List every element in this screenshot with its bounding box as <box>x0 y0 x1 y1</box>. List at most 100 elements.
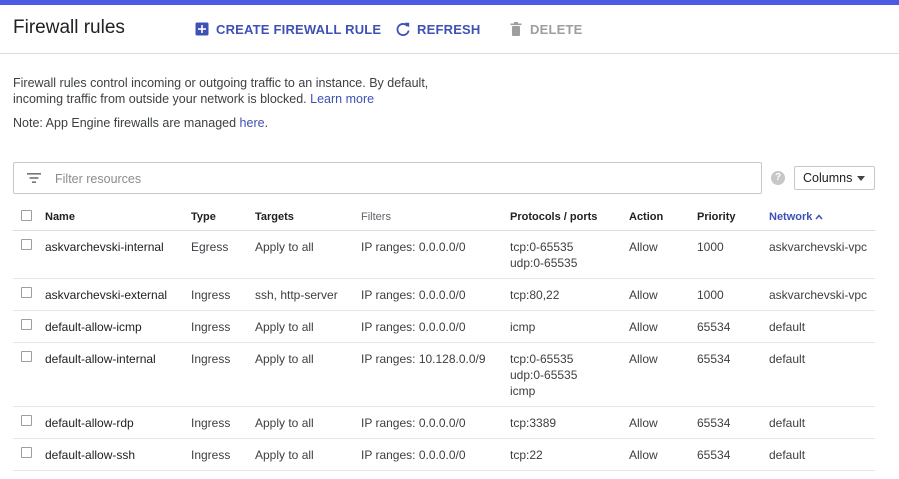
protocol-entry: udp:0-65535 <box>510 256 578 270</box>
cell-action: Allow <box>629 288 658 302</box>
cell-name[interactable]: default-allow-icmp <box>45 319 142 335</box>
table-row[interactable]: default-allow-ssh Ingress Apply to all IP r… <box>13 439 875 471</box>
cell-name[interactable]: askvarchevski-external <box>45 287 167 303</box>
table-row[interactable]: askvarchevski-internal Egress Apply to all… <box>13 231 875 279</box>
row-checkbox[interactable] <box>21 319 32 330</box>
cell-targets: Apply to all <box>255 416 314 430</box>
cell-network: default <box>769 352 806 366</box>
table-row[interactable]: askvarchevski-external Ingress ssh, http-s… <box>13 279 875 311</box>
row-checkbox[interactable] <box>21 287 32 298</box>
cell-network: default <box>769 448 806 462</box>
filter-resources-input[interactable] <box>55 170 735 188</box>
cell-priority: 65534 <box>697 320 731 334</box>
table-row[interactable]: default-allow-icmp Ingress Apply to all IP … <box>13 311 875 343</box>
cell-action: Allow <box>629 352 658 366</box>
column-header-targets[interactable]: Targets <box>255 211 294 223</box>
page-title: Firewall rules <box>13 17 125 38</box>
protocol-entry: tcp:3389 <box>510 416 557 430</box>
create-firewall-rule-button[interactable]: CREATE FIREWALL RULE <box>194 20 381 38</box>
cell-filters: IP ranges: 0.0.0.0/0 <box>361 320 466 334</box>
column-header-action[interactable]: Action <box>629 211 663 223</box>
protocol-entry: icmp <box>510 320 536 334</box>
protocol-entry: tcp:0-65535 <box>510 240 574 254</box>
cell-protocols: tcp:80,22 <box>510 287 559 303</box>
columns-dropdown[interactable]: Columns <box>794 166 875 190</box>
cell-filters: IP ranges: 0.0.0.0/0 <box>361 448 466 462</box>
refresh-label: REFRESH <box>417 21 481 37</box>
note-text: Note: App Engine firewalls are managed <box>13 116 237 130</box>
cell-protocols: tcp:0-65535 udp:0-65535 <box>510 239 577 271</box>
cell-targets: ssh, http-server <box>255 288 338 302</box>
protocol-entry: udp:0-65535 <box>510 368 578 382</box>
cell-targets: Apply to all <box>255 320 314 334</box>
description-line-2: incoming traffic from outside your netwo… <box>13 92 307 106</box>
here-link[interactable]: here <box>240 116 265 130</box>
trash-icon <box>510 22 522 36</box>
table-header: Name Type Targets Filters Protocols / po… <box>13 202 875 231</box>
page-description: Firewall rules control incoming or outgo… <box>13 75 433 107</box>
cell-network: default <box>769 320 806 334</box>
refresh-button[interactable]: REFRESH <box>395 20 481 38</box>
filter-bar[interactable] <box>13 162 762 194</box>
protocol-entry: tcp:22 <box>510 448 543 462</box>
protocol-entry: tcp:80,22 <box>510 288 560 302</box>
delete-button[interactable]: DELETE <box>508 20 582 38</box>
column-header-filters: Filters <box>361 211 391 223</box>
cell-name[interactable]: default-allow-internal <box>45 351 156 367</box>
description-line-1: Firewall rules control incoming or outgo… <box>13 76 429 90</box>
row-checkbox[interactable] <box>21 415 32 426</box>
filter-list-icon <box>27 173 41 183</box>
cell-targets: Apply to all <box>255 240 314 254</box>
cell-action: Allow <box>629 240 658 254</box>
protocol-entry: icmp <box>510 384 536 398</box>
page-header: Firewall rules CREATE FIREWALL RULE REFR… <box>0 5 899 54</box>
caret-down-icon <box>857 176 865 181</box>
column-header-name[interactable]: Name <box>45 211 75 223</box>
cell-network: askvarchevski-vpc <box>769 288 868 302</box>
cell-targets: Apply to all <box>255 352 314 366</box>
select-all-checkbox[interactable] <box>21 210 32 221</box>
row-checkbox[interactable] <box>21 447 32 458</box>
table-row[interactable]: default-allow-internal Ingress Apply to al… <box>13 343 875 407</box>
cell-name[interactable]: default-allow-rdp <box>45 415 134 431</box>
cell-filters: IP ranges: 0.0.0.0/0 <box>361 240 466 254</box>
cell-network: askvarchevski-vpc <box>769 240 868 254</box>
cell-type: Ingress <box>191 448 231 462</box>
learn-more-link[interactable]: Learn more <box>310 92 374 106</box>
protocol-entry: tcp:0-65535 <box>510 352 574 366</box>
cell-action: Allow <box>629 448 658 462</box>
cell-protocols: tcp:3389 <box>510 415 556 431</box>
cell-protocols: tcp:22 <box>510 447 543 463</box>
cell-type: Ingress <box>191 320 231 334</box>
sort-ascending-icon <box>815 214 823 220</box>
delete-label: DELETE <box>530 21 583 37</box>
cell-targets: Apply to all <box>255 448 314 462</box>
create-firewall-rule-label: CREATE FIREWALL RULE <box>216 21 382 37</box>
app-engine-note: Note: App Engine firewalls are managed h… <box>13 115 268 131</box>
cell-filters: IP ranges: 0.0.0.0/0 <box>361 416 466 430</box>
cell-type: Egress <box>191 240 229 254</box>
row-checkbox[interactable] <box>21 351 32 362</box>
columns-label: Columns <box>803 171 853 185</box>
cell-protocols: icmp <box>510 319 535 335</box>
cell-type: Ingress <box>191 288 231 302</box>
cell-name[interactable]: askvarchevski-internal <box>45 239 164 255</box>
refresh-icon <box>396 22 410 37</box>
cell-priority: 65534 <box>697 416 731 430</box>
cell-name[interactable]: default-allow-ssh <box>45 447 135 463</box>
column-header-network[interactable]: Network <box>769 211 823 223</box>
cell-network: default <box>769 416 806 430</box>
cell-type: Ingress <box>191 352 231 366</box>
help-icon[interactable]: ? <box>771 171 785 185</box>
column-header-priority[interactable]: Priority <box>697 211 736 223</box>
table-body: askvarchevski-internal Egress Apply to all… <box>13 231 875 471</box>
firewall-rules-table: Name Type Targets Filters Protocols / po… <box>13 202 875 471</box>
row-checkbox[interactable] <box>21 239 32 250</box>
column-header-type[interactable]: Type <box>191 211 216 223</box>
cell-action: Allow <box>629 416 658 430</box>
column-header-protocols[interactable]: Protocols / ports <box>510 211 597 223</box>
cell-priority: 65534 <box>697 352 731 366</box>
cell-action: Allow <box>629 320 658 334</box>
cell-priority: 65534 <box>697 448 731 462</box>
table-row[interactable]: default-allow-rdp Ingress Apply to all IP r… <box>13 407 875 439</box>
